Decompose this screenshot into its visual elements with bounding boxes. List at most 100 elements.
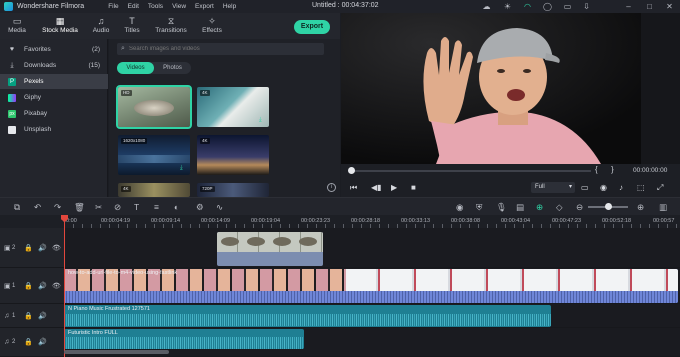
- tab-effects[interactable]: ✧ Effects: [195, 16, 229, 34]
- notification-icon[interactable]: ▭: [563, 2, 572, 11]
- headset-icon[interactable]: ◠: [523, 2, 532, 11]
- stock-thumbnail[interactable]: 720P: [197, 183, 269, 197]
- sidebar-item-favorites[interactable]: ♥ Favorites (2): [0, 42, 108, 57]
- preview-quality-select[interactable]: Full ▾: [531, 182, 575, 193]
- tab-audio[interactable]: ♫ Audio: [84, 16, 118, 34]
- speaker-icon[interactable]: 🔊: [38, 282, 47, 290]
- speaker-icon[interactable]: 🔊: [38, 312, 47, 320]
- sidebar-item-pexels[interactable]: P Pexels: [0, 74, 108, 89]
- monitor-icon[interactable]: ▭: [581, 183, 589, 192]
- audio-mixer-icon[interactable]: ⚙: [196, 202, 204, 212]
- zoom-out-icon[interactable]: ⊖: [576, 202, 583, 212]
- account-icon[interactable]: ◯: [543, 2, 552, 11]
- eye-icon[interactable]: 👁: [52, 282, 61, 290]
- text-icon[interactable]: T: [134, 202, 139, 212]
- sidebar-item-pixabay[interactable]: px Pixabay: [0, 106, 108, 121]
- step-back-icon[interactable]: ◀▮: [371, 183, 382, 192]
- track-header-video-2: ▣ 2 🔒 🔊 👁: [0, 228, 64, 268]
- tab-transitions[interactable]: ⧖ Transitions: [152, 16, 190, 34]
- tab-titles[interactable]: T Titles: [115, 16, 149, 34]
- menu-view[interactable]: View: [172, 3, 186, 10]
- download-icon[interactable]: ⤓: [259, 117, 262, 124]
- lock-icon[interactable]: 🔒: [24, 338, 33, 346]
- lock-icon[interactable]: 🔒: [24, 282, 33, 290]
- zoom-slider-handle[interactable]: [605, 203, 612, 210]
- track-video-1[interactable]: how-to-add-url-file-to-m4-video-using-fa…: [64, 268, 680, 304]
- menu-help[interactable]: Help: [223, 3, 236, 10]
- search-box[interactable]: ⌕: [117, 43, 324, 55]
- filter-photos[interactable]: Photos: [154, 62, 191, 74]
- render-icon[interactable]: ◉: [456, 202, 463, 212]
- timeline-ruler[interactable]: 00:00 00:00:04:19 00:00:09:14 00:00:14:0…: [0, 215, 680, 228]
- filter-videos[interactable]: Videos: [117, 62, 154, 74]
- menu-export[interactable]: Export: [195, 3, 214, 10]
- lock-icon[interactable]: 🔒: [24, 244, 33, 252]
- stock-media-icon: ▦: [55, 16, 65, 26]
- video-clip[interactable]: how-to-add-url-file-to-m4-video-using-fa…: [64, 269, 678, 303]
- redo-icon[interactable]: ↷: [54, 202, 61, 212]
- preview-timecode: 00:00:00:00: [633, 167, 668, 174]
- stock-thumbnail[interactable]: 4K: [118, 183, 190, 197]
- speaker-icon[interactable]: 🔊: [38, 244, 47, 252]
- mark-out-button[interactable]: }: [611, 165, 614, 174]
- speaker-icon[interactable]: 🔊: [38, 338, 47, 346]
- tab-stock-media[interactable]: ▦ Stock Media: [40, 16, 80, 34]
- sidebar-item-giphy[interactable]: Giphy: [0, 90, 108, 105]
- menu-tools[interactable]: Tools: [148, 3, 163, 10]
- scrubber-handle[interactable]: [348, 167, 355, 174]
- pixabay-icon: px: [8, 109, 16, 118]
- snapshot-icon[interactable]: ◉: [600, 183, 607, 192]
- stock-thumbnail[interactable]: HD: [116, 85, 192, 129]
- undo-icon[interactable]: ↶: [34, 202, 41, 212]
- cloud-icon[interactable]: ☁: [482, 2, 491, 11]
- maximize-icon[interactable]: □: [645, 2, 654, 11]
- search-input[interactable]: [129, 46, 319, 52]
- crop-icon[interactable]: ⊘: [114, 202, 121, 212]
- waveform-icon[interactable]: ∿: [216, 202, 223, 212]
- resize-icon[interactable]: ⬚: [637, 183, 645, 192]
- audio-clip[interactable]: N Piano Music Frustrated 127571: [64, 305, 551, 327]
- audio-clip[interactable]: Futuristic Intro FULL: [64, 329, 304, 349]
- close-icon[interactable]: ✕: [665, 2, 674, 11]
- tab-media[interactable]: ▭ Media: [0, 16, 34, 34]
- menu-file[interactable]: File: [108, 3, 118, 10]
- stock-thumbnail[interactable]: 1620x1080 ⤓: [118, 135, 190, 175]
- eye-icon[interactable]: 👁: [52, 244, 61, 252]
- delete-icon[interactable]: 🗑: [74, 202, 85, 212]
- export-button[interactable]: Export: [294, 20, 330, 34]
- info-icon[interactable]: i: [327, 183, 336, 192]
- track-video-2[interactable]: [64, 228, 680, 268]
- download-icon[interactable]: ⤓: [180, 165, 183, 172]
- minimize-icon[interactable]: –: [624, 2, 633, 11]
- lock-icon[interactable]: 🔒: [24, 312, 33, 320]
- mark-in-button[interactable]: {: [595, 165, 598, 174]
- play-icon[interactable]: ▶: [391, 183, 397, 192]
- sidebar-item-downloads[interactable]: ⤓ Downloads (15): [0, 58, 108, 73]
- menu-edit[interactable]: Edit: [128, 3, 139, 10]
- cut-icon[interactable]: ✂: [95, 202, 102, 212]
- fullscreen-icon[interactable]: ⤢: [657, 183, 663, 192]
- zoom-in-icon[interactable]: ⊕: [637, 202, 644, 212]
- playhead[interactable]: [64, 215, 65, 357]
- timeline-scrollbar[interactable]: [64, 350, 169, 354]
- voiceover-icon[interactable]: ▤: [516, 202, 524, 212]
- snap-icon[interactable]: ⊕: [536, 202, 543, 212]
- volume-icon[interactable]: ♪: [619, 183, 623, 192]
- stop-icon[interactable]: ■: [411, 183, 416, 192]
- microphone-icon[interactable]: 🎙: [496, 202, 507, 212]
- video-clip[interactable]: [217, 232, 323, 266]
- marker-icon[interactable]: ◇: [556, 202, 563, 212]
- lightbulb-icon[interactable]: ☀: [503, 2, 512, 11]
- timeline-settings-icon[interactable]: ▥: [659, 202, 667, 212]
- stock-thumbnail[interactable]: 4K: [197, 135, 269, 175]
- shield-icon[interactable]: ⛨: [476, 202, 482, 212]
- download-arrow-icon[interactable]: ⇩: [582, 2, 591, 11]
- color-icon[interactable]: ◐: [174, 202, 179, 212]
- track-audio-1[interactable]: N Piano Music Frustrated 127571: [64, 304, 680, 328]
- speed-icon[interactable]: ≡: [154, 202, 159, 212]
- stock-thumbnail[interactable]: 4K ⤓: [197, 87, 269, 127]
- preview-scrubber[interactable]: [351, 170, 591, 172]
- sidebar-item-unsplash[interactable]: Unsplash: [0, 122, 108, 137]
- add-track-icon[interactable]: ⧉: [14, 202, 20, 212]
- previous-frame-icon[interactable]: ⏮: [350, 183, 357, 192]
